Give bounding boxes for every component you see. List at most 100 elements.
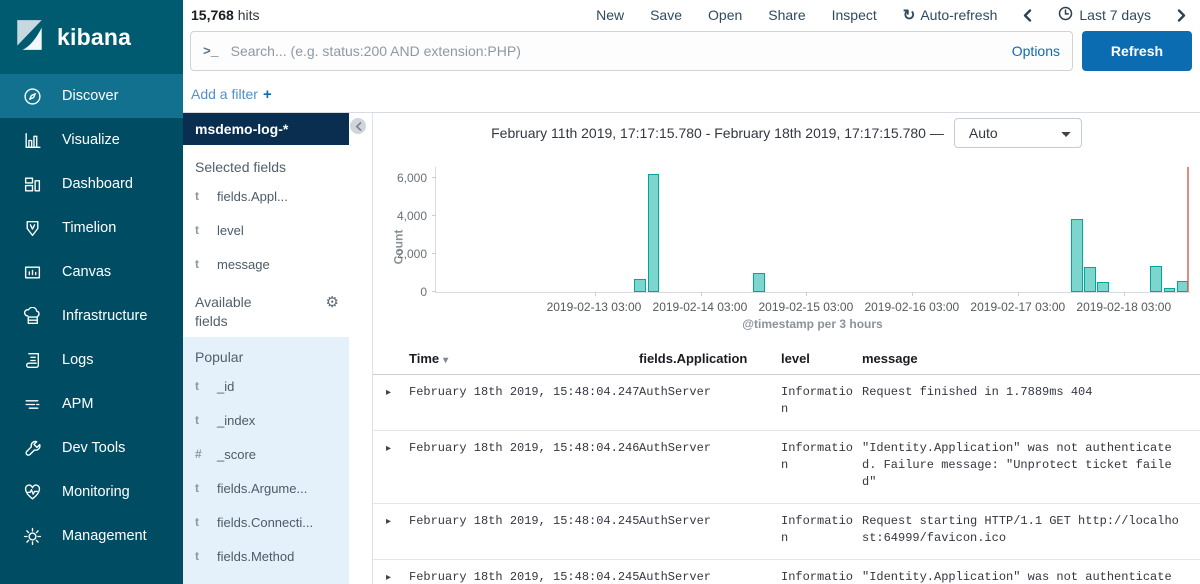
field-item[interactable]: t fields.Method (183, 539, 349, 573)
expand-row-caret[interactable]: ▸ (373, 513, 409, 547)
open-button[interactable]: Open (708, 7, 742, 23)
global-nav: kibana Discover Visualize Dashboard Time… (0, 0, 183, 584)
field-type-icon: t (195, 413, 209, 427)
cell-message: Request finished in 1.7889ms 404 (862, 384, 1194, 418)
table-row: ▸ February 18th 2019, 15:48:04.246 AuthS… (373, 431, 1200, 504)
auto-refresh-button[interactable]: ↻Auto-refresh (903, 6, 998, 24)
histogram-bar[interactable] (1097, 282, 1109, 292)
bar-chart-icon (22, 130, 42, 150)
index-pattern-selector[interactable]: msdemo-log-* (183, 113, 349, 145)
cell-message: "Identity.Application" was not authentic… (862, 440, 1194, 491)
hits-count: 15,768 hits (191, 7, 260, 23)
filter-bar: Add a filter+ (183, 76, 1200, 113)
sidebar-item-logs[interactable]: Logs (0, 338, 183, 382)
sidebar-item-management[interactable]: Management (0, 514, 183, 558)
sidebar-item-canvas[interactable]: Canvas (0, 250, 183, 294)
cell-level: Information (781, 513, 862, 547)
kibana-logo-block[interactable]: kibana (0, 0, 183, 74)
column-header-level[interactable]: level (781, 351, 862, 366)
options-link[interactable]: Options (1012, 43, 1060, 59)
sidebar-item-infrastructure[interactable]: Infrastructure (0, 294, 183, 338)
x-axis-tick-label: 2019-02-16 03:00 (864, 300, 959, 314)
new-button[interactable]: New (596, 7, 624, 23)
selected-fields-header: Selected fields (183, 145, 349, 179)
cell-application: AuthServer (639, 569, 781, 584)
field-item[interactable]: t fields.Connecti... (183, 505, 349, 539)
table-row: ▸ February 18th 2019, 15:48:04.245 AuthS… (373, 560, 1200, 584)
add-filter-button[interactable]: Add a filter+ (191, 86, 272, 103)
field-type-icon: t (195, 549, 209, 563)
dashboard-grid-icon (22, 174, 42, 194)
cell-time: February 18th 2019, 15:48:04.246 (409, 440, 639, 491)
cell-application: AuthServer (639, 513, 781, 547)
column-header-message[interactable]: message (862, 351, 1194, 366)
histogram-bar[interactable] (634, 279, 646, 292)
histogram-bar[interactable] (1164, 288, 1176, 292)
field-item[interactable]: t _index (183, 403, 349, 437)
x-axis-tick-label: 2019-02-17 03:00 (970, 300, 1065, 314)
search-input[interactable] (231, 43, 1002, 59)
search-box[interactable]: >_ Options (190, 31, 1073, 71)
field-settings-gear-icon[interactable]: ⚙ (326, 293, 339, 331)
sidebar-item-visualize[interactable]: Visualize (0, 118, 183, 162)
field-item[interactable]: # _score (183, 437, 349, 471)
query-bar: >_ Options Refresh (183, 30, 1200, 76)
column-header-time[interactable]: Time▾ (409, 351, 639, 366)
expand-row-caret[interactable]: ▸ (373, 440, 409, 491)
heartbeat-icon (22, 482, 42, 502)
sidebar-item-label: Visualize (62, 132, 120, 148)
interval-select[interactable]: Auto (954, 118, 1082, 148)
available-fields-header: Available fields ⚙ (183, 281, 349, 337)
table-row: ▸ February 18th 2019, 15:48:04.247 AuthS… (373, 375, 1200, 431)
popular-header: Popular (183, 341, 349, 369)
refresh-arrow-icon: ↻ (903, 7, 916, 24)
sidebar-item-timelion[interactable]: Timelion (0, 206, 183, 250)
save-button[interactable]: Save (650, 7, 682, 23)
refresh-button[interactable]: Refresh (1082, 31, 1192, 71)
cell-level: Information (781, 384, 862, 418)
field-item[interactable]: t fields.Appl... (183, 179, 349, 213)
gear-icon (22, 526, 42, 546)
x-axis-tick-label: 2019-02-13 03:00 (547, 300, 642, 314)
time-back-chevron[interactable] (1023, 9, 1032, 22)
expand-row-caret[interactable]: ▸ (373, 384, 409, 418)
share-button[interactable]: Share (768, 7, 805, 23)
wrench-icon (22, 438, 42, 458)
inspect-button[interactable]: Inspect (832, 7, 877, 23)
histogram-bar[interactable] (1150, 266, 1162, 292)
x-axis-tick-label: 2019-02-18 03:00 (1076, 300, 1171, 314)
field-item[interactable]: t _id (183, 369, 349, 403)
field-item[interactable]: t level (183, 213, 349, 247)
apm-lines-icon (22, 394, 42, 414)
field-item[interactable]: t fields.Request... (183, 573, 349, 584)
field-type-icon: t (195, 257, 209, 271)
sidebar-item-dev-tools[interactable]: Dev Tools (0, 426, 183, 470)
histogram-bar[interactable] (1071, 219, 1083, 292)
sidebar-item-apm[interactable]: APM (0, 382, 183, 426)
sidebar-item-label: APM (62, 396, 93, 412)
time-range-text: February 11th 2019, 17:17:15.780 - Febru… (491, 125, 944, 141)
histogram-plot: 02,0004,0006,000 (435, 167, 1190, 293)
histogram-bar[interactable] (648, 174, 660, 292)
clock-icon (1058, 6, 1073, 24)
table-header-row: Time▾ fields.Application level message (373, 351, 1200, 375)
sidebar-item-label: Management (62, 528, 147, 544)
field-item[interactable]: t message (183, 247, 349, 281)
collapse-sidebar-button[interactable] (350, 118, 366, 134)
sidebar-item-label: Monitoring (62, 484, 130, 500)
sidebar-item-label: Logs (62, 352, 93, 368)
sidebar-item-dashboard[interactable]: Dashboard (0, 162, 183, 206)
expand-row-caret[interactable]: ▸ (373, 569, 409, 584)
time-range-picker[interactable]: Last 7 days (1058, 6, 1151, 24)
histogram-bar[interactable] (753, 273, 765, 292)
sidebar-item-discover[interactable]: Discover (0, 74, 183, 118)
console-prompt-icon: >_ (203, 44, 219, 59)
column-header-application[interactable]: fields.Application (639, 351, 781, 366)
histogram-bar[interactable] (1084, 267, 1096, 292)
current-time-marker (1187, 167, 1189, 292)
time-forward-chevron[interactable] (1177, 9, 1186, 22)
field-item[interactable]: t fields.Argume... (183, 471, 349, 505)
sidebar-item-monitoring[interactable]: Monitoring (0, 470, 183, 514)
easel-icon (22, 262, 42, 282)
plus-icon: + (263, 86, 272, 103)
